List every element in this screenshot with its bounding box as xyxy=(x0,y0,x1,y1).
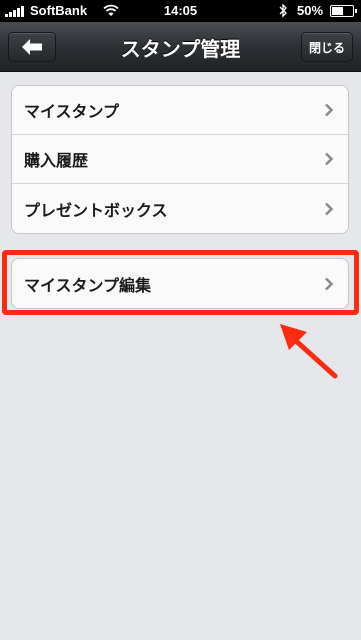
bluetooth-icon xyxy=(279,3,287,18)
annotation-highlight-box xyxy=(2,250,359,315)
chevron-right-icon xyxy=(325,202,334,215)
menu-item-label: マイスタンプ xyxy=(24,102,120,121)
menu-item-my-stamps[interactable]: マイスタンプ xyxy=(12,86,348,135)
stamp-menu-list: マイスタンプ 購入履歴 プレゼントボックス xyxy=(11,85,349,234)
close-button[interactable]: 閉じる xyxy=(301,32,353,62)
annotation-arrow-icon xyxy=(280,324,338,379)
battery-icon xyxy=(330,5,357,17)
menu-item-purchase-history[interactable]: 購入履歴 xyxy=(12,135,348,184)
chevron-right-icon xyxy=(325,152,334,166)
menu-item-present-box[interactable]: プレゼントボックス xyxy=(12,184,348,233)
navigation-bar: スタンプ管理 閉じる xyxy=(0,22,361,72)
chevron-right-icon xyxy=(325,103,334,117)
menu-item-label: 購入履歴 xyxy=(24,151,89,170)
menu-item-label: プレゼントボックス xyxy=(24,200,168,220)
status-bar: SoftBank 14:05 50% xyxy=(0,0,361,22)
battery-percentage: 50% xyxy=(297,3,324,18)
